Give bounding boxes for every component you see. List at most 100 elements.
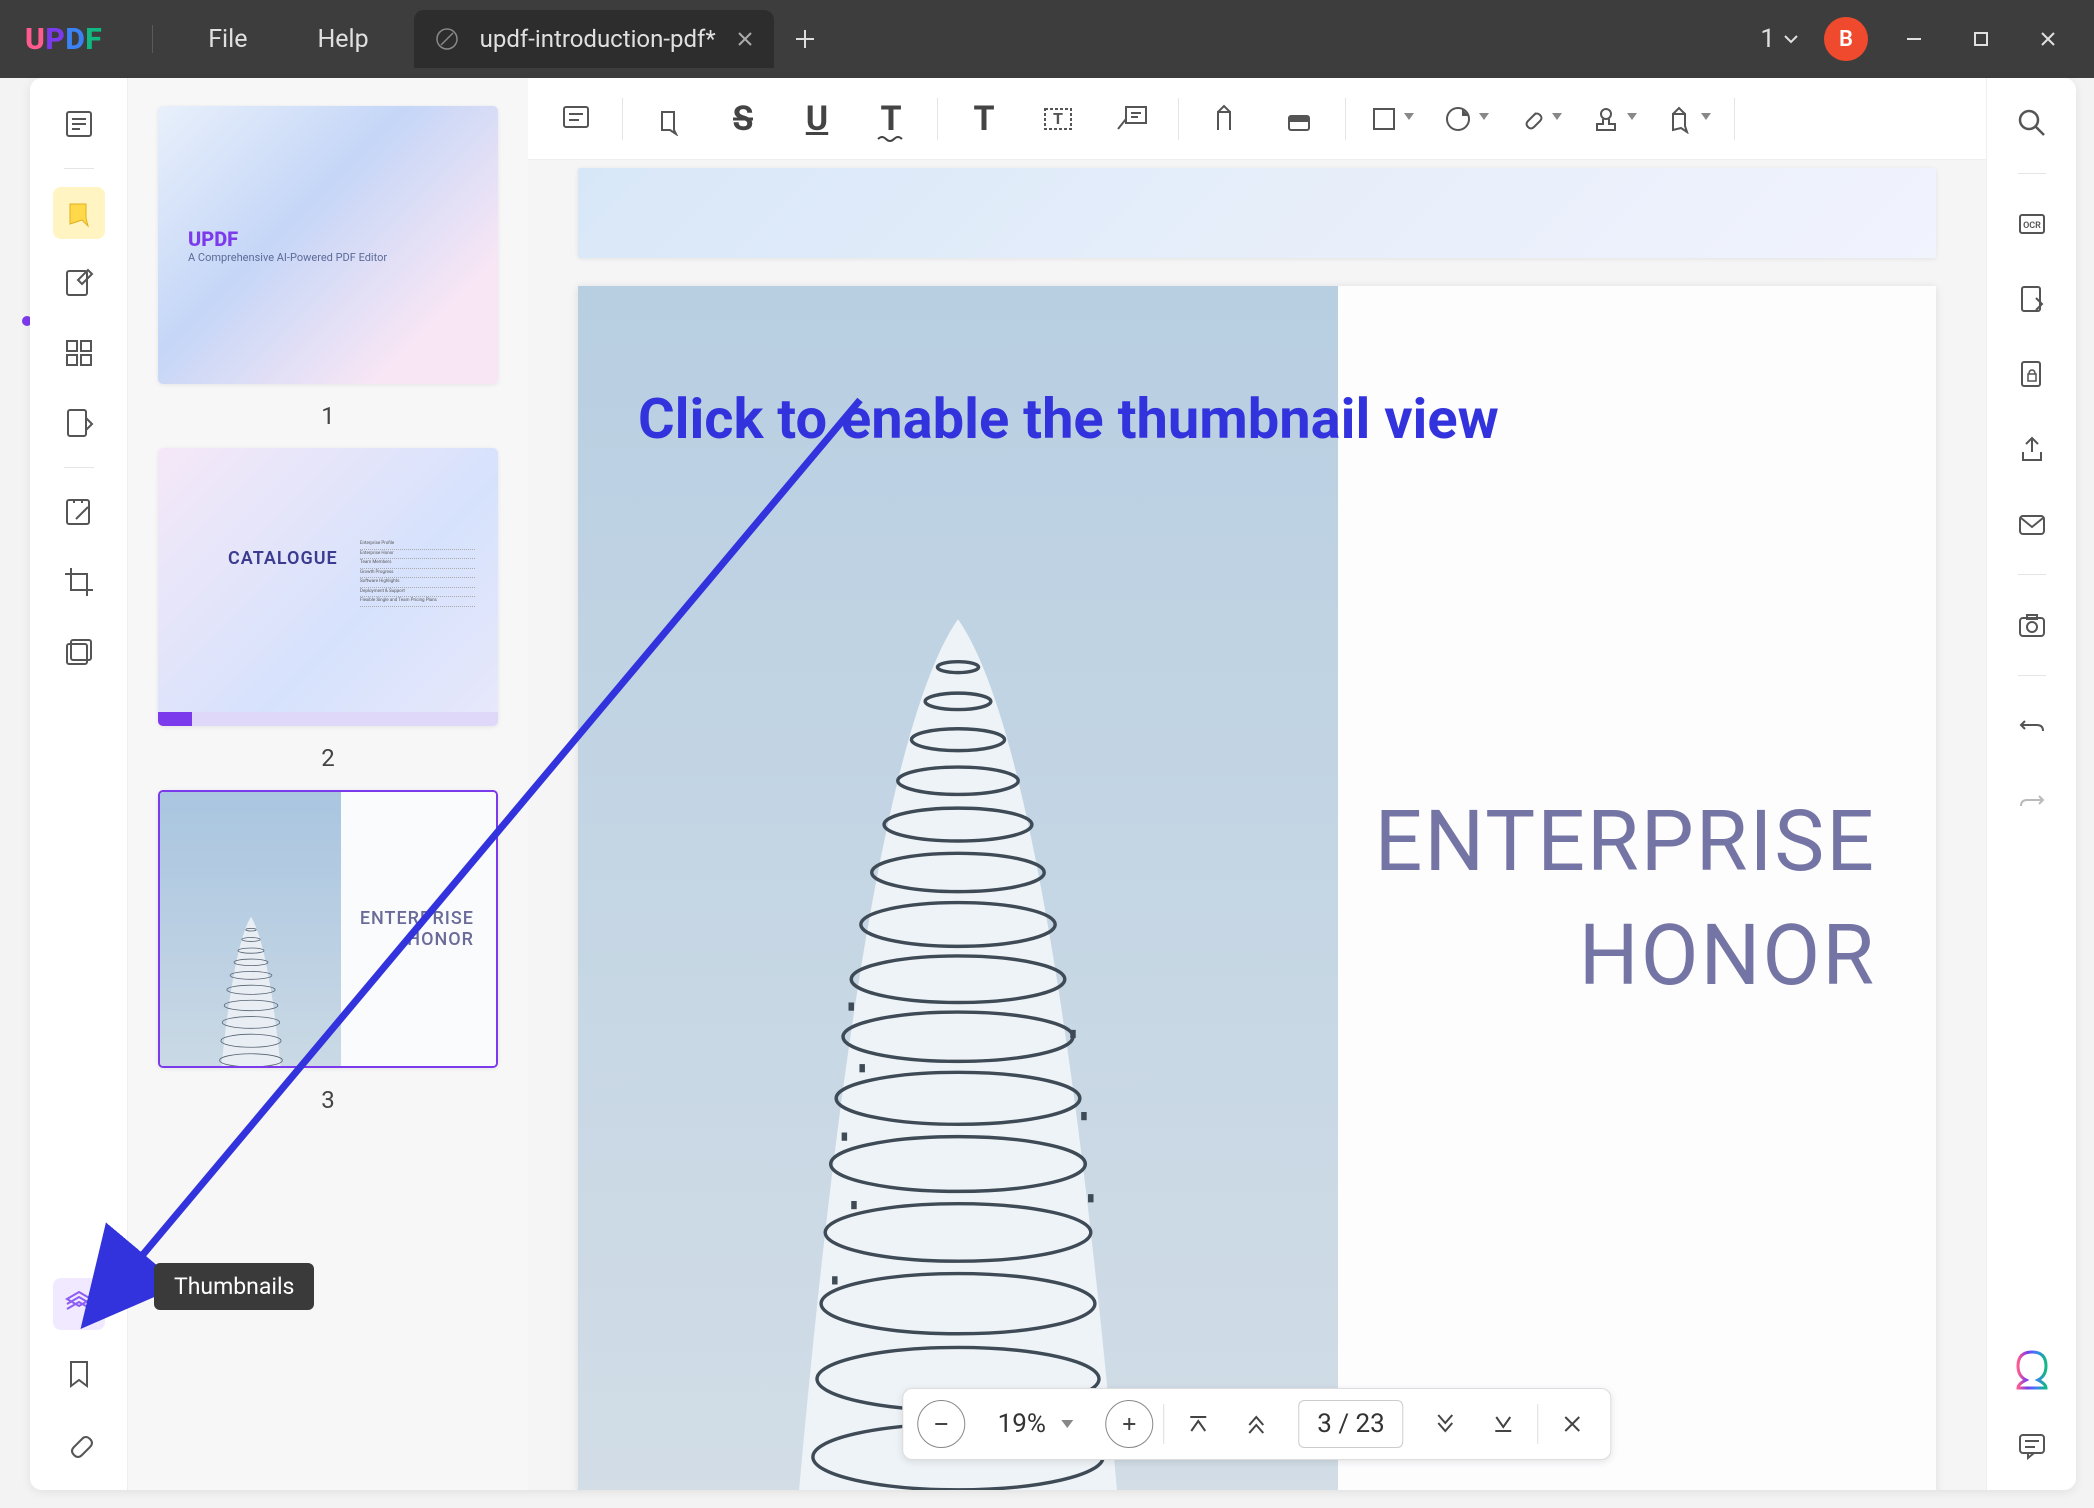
screenshot-button[interactable] bbox=[2007, 600, 2057, 650]
note-tool[interactable] bbox=[548, 91, 604, 147]
convert-button[interactable] bbox=[2007, 274, 2057, 324]
divider bbox=[1178, 98, 1179, 140]
zoom-level[interactable]: 19% bbox=[975, 1409, 1095, 1439]
menu-file[interactable]: File bbox=[173, 25, 282, 54]
current-page[interactable]: Click to enable the thumbnail view bbox=[578, 286, 1936, 1490]
maximize-button[interactable] bbox=[1960, 18, 2002, 60]
sticker-tool[interactable] bbox=[1438, 91, 1494, 147]
page-indicator[interactable]: 3 / 23 bbox=[1298, 1400, 1403, 1448]
app-content: Thumbnails UPDF A Comprehensive AI-Power… bbox=[30, 78, 2076, 1490]
page-thumbnail-3[interactable]: ENTERPRISE HONOR bbox=[158, 790, 498, 1068]
thumb-1-title: UPDF bbox=[188, 227, 498, 251]
page-canvas[interactable]: S U T T T Click to enable the thumbnail … bbox=[528, 78, 1986, 1490]
close-nav-button[interactable] bbox=[1549, 1400, 1597, 1448]
titlebar: UPDF File Help updf-introduction-pdf* 1 … bbox=[0, 0, 2094, 78]
redact-button[interactable] bbox=[53, 626, 105, 678]
annotation-text: Click to enable the thumbnail view bbox=[638, 386, 1499, 452]
ai-assistant-button[interactable] bbox=[2007, 1345, 2057, 1395]
tab-status-icon bbox=[434, 26, 460, 52]
zoom-out-button[interactable] bbox=[917, 1400, 965, 1448]
chevron-down-icon bbox=[1061, 1420, 1073, 1428]
divider bbox=[1345, 98, 1346, 140]
text-tool[interactable]: T bbox=[956, 91, 1012, 147]
email-button[interactable] bbox=[2007, 499, 2057, 549]
page-text-region: ENTERPRISE HONOR bbox=[1338, 286, 1936, 1490]
thumb-1-subtitle: A Comprehensive AI-Powered PDF Editor bbox=[188, 251, 498, 264]
page-heading-2: HONOR bbox=[1579, 906, 1876, 1005]
app-logo: UPDF bbox=[25, 22, 102, 57]
strikethrough-tool[interactable]: S bbox=[715, 91, 771, 147]
navigation-bar: 19% 3 / 23 bbox=[902, 1388, 1611, 1460]
fill-sign-button[interactable] bbox=[53, 486, 105, 538]
tools-button[interactable] bbox=[53, 397, 105, 449]
comments-panel-button[interactable] bbox=[2007, 1420, 2057, 1470]
first-page-button[interactable] bbox=[1174, 1400, 1222, 1448]
search-button[interactable] bbox=[2007, 98, 2057, 148]
divider bbox=[937, 98, 938, 140]
last-page-button[interactable] bbox=[1480, 1400, 1528, 1448]
menu-help[interactable]: Help bbox=[282, 25, 403, 54]
thumb-1-number: 1 bbox=[321, 402, 335, 430]
reader-mode-button[interactable] bbox=[53, 98, 105, 150]
thumbnails-tooltip: Thumbnails bbox=[154, 1263, 314, 1310]
page-heading-1: ENTERPRISE bbox=[1375, 792, 1876, 891]
annotation-toolbar: S U T T T bbox=[528, 78, 1986, 160]
divider bbox=[152, 25, 153, 53]
share-button[interactable] bbox=[2007, 424, 2057, 474]
attachments-button[interactable] bbox=[53, 1418, 105, 1470]
comment-mode-button[interactable] bbox=[53, 187, 105, 239]
pencil-tool[interactable] bbox=[1197, 91, 1253, 147]
user-avatar[interactable]: B bbox=[1824, 17, 1868, 61]
document-tab[interactable]: updf-introduction-pdf* bbox=[414, 10, 774, 68]
right-tool-rail: OCR bbox=[1986, 78, 2076, 1490]
shape-tool[interactable] bbox=[1364, 91, 1420, 147]
thumb-3-image bbox=[160, 792, 341, 1066]
divider bbox=[2018, 574, 2046, 575]
divider bbox=[64, 467, 94, 468]
ocr-button[interactable]: OCR bbox=[2007, 199, 2057, 249]
divider bbox=[1538, 1404, 1539, 1444]
divider bbox=[622, 98, 623, 140]
thumb-2-number: 2 bbox=[321, 744, 335, 772]
organize-pages-button[interactable] bbox=[53, 327, 105, 379]
signature-tool[interactable] bbox=[1660, 91, 1716, 147]
textbox-tool[interactable]: T bbox=[1030, 91, 1086, 147]
undo-button[interactable] bbox=[2007, 701, 2057, 751]
left-tool-rail bbox=[30, 78, 128, 1490]
highlight-tool[interactable] bbox=[641, 91, 697, 147]
attachment-tool[interactable] bbox=[1512, 91, 1568, 147]
divider bbox=[2018, 675, 2046, 676]
crop-button[interactable] bbox=[53, 556, 105, 608]
tab-title: updf-introduction-pdf* bbox=[480, 25, 716, 53]
next-page-button[interactable] bbox=[1422, 1400, 1470, 1448]
title-right-group: 1 B bbox=[1760, 17, 2069, 61]
tab-close-button[interactable] bbox=[736, 30, 754, 48]
thumb-2-progress bbox=[158, 712, 498, 726]
underline-tool[interactable]: U bbox=[789, 91, 845, 147]
eraser-tool[interactable] bbox=[1271, 91, 1327, 147]
window-count-value: 1 bbox=[1760, 24, 1775, 54]
edit-mode-button[interactable] bbox=[53, 257, 105, 309]
prev-page-button[interactable] bbox=[1232, 1400, 1280, 1448]
minimize-button[interactable] bbox=[1893, 18, 1935, 60]
thumb-2-list: Enterprise Profile Enterprise Honor Team… bbox=[360, 540, 475, 607]
divider bbox=[1734, 98, 1735, 140]
window-count-dropdown[interactable]: 1 bbox=[1760, 24, 1799, 54]
thumb-3-number: 3 bbox=[321, 1086, 335, 1114]
redo-button[interactable] bbox=[2007, 776, 2057, 826]
thumbnails-button[interactable] bbox=[53, 1278, 105, 1330]
zoom-in-button[interactable] bbox=[1105, 1400, 1153, 1448]
divider bbox=[1163, 1404, 1164, 1444]
callout-tool[interactable] bbox=[1104, 91, 1160, 147]
close-button[interactable] bbox=[2027, 18, 2069, 60]
page-thumbnail-1[interactable]: UPDF A Comprehensive AI-Powered PDF Edit… bbox=[158, 106, 498, 384]
squiggly-tool[interactable]: T bbox=[863, 91, 919, 147]
bookmarks-button[interactable] bbox=[53, 1348, 105, 1400]
page-thumbnail-2[interactable]: CATALOGUE Enterprise Profile Enterprise … bbox=[158, 448, 498, 726]
protect-button[interactable] bbox=[2007, 349, 2057, 399]
new-tab-button[interactable] bbox=[794, 28, 816, 50]
previous-page-preview bbox=[578, 168, 1936, 258]
svg-text:OCR: OCR bbox=[2023, 221, 2041, 231]
page-image-region bbox=[578, 286, 1338, 1490]
stamp-tool[interactable] bbox=[1586, 91, 1642, 147]
